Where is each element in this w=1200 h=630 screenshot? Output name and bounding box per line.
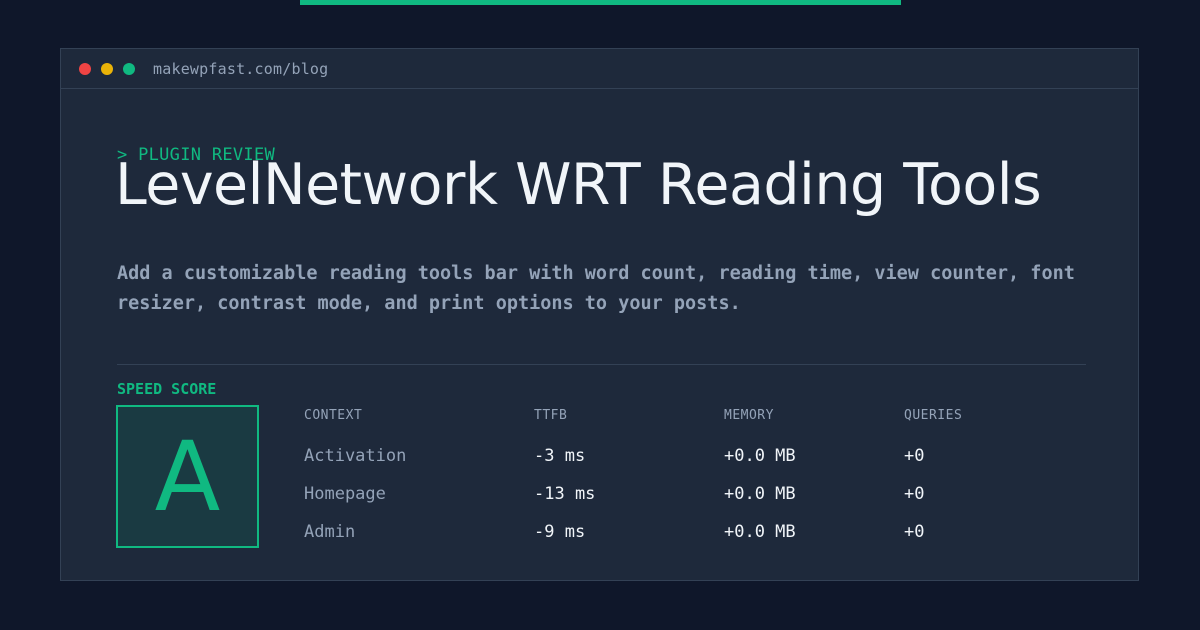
row-context: Homepage: [304, 484, 386, 504]
maximize-window-dot-icon[interactable]: [123, 63, 135, 75]
row-queries: +0: [904, 522, 925, 542]
speed-score-label: SPEED SCORE: [117, 380, 217, 398]
browser-window: makewpfast.com/blog > PLUGIN REVIEW Leve…: [60, 48, 1139, 581]
row-queries: +0: [904, 484, 925, 504]
row-context: Admin: [304, 522, 356, 542]
speed-grade: A: [154, 420, 221, 533]
header-context: CONTEXT: [304, 408, 363, 423]
window-url: makewpfast.com/blog: [153, 60, 329, 78]
minimize-window-dot-icon[interactable]: [101, 63, 113, 75]
row-queries: +0: [904, 446, 925, 466]
row-ttfb: -9 ms: [534, 522, 586, 542]
close-window-dot-icon[interactable]: [79, 63, 91, 75]
row-context: Activation: [304, 446, 407, 466]
row-ttfb: -3 ms: [534, 446, 586, 466]
row-ttfb: -13 ms: [534, 484, 596, 504]
speed-grade-badge: A: [116, 405, 259, 548]
header-ttfb: TTFB: [534, 408, 568, 423]
post-description: Add a customizable reading tools bar wit…: [117, 263, 1075, 314]
header-queries: QUERIES: [904, 408, 963, 423]
row-memory: +0.0 MB: [724, 446, 796, 466]
top-accent-bar: [300, 0, 901, 5]
page-title: LevelNetwork WRT Reading Tools: [115, 152, 1042, 218]
section-divider: [117, 364, 1086, 365]
header-memory: MEMORY: [724, 408, 774, 423]
row-memory: +0.0 MB: [724, 522, 796, 542]
window-titlebar: makewpfast.com/blog: [61, 49, 1138, 89]
row-memory: +0.0 MB: [724, 484, 796, 504]
